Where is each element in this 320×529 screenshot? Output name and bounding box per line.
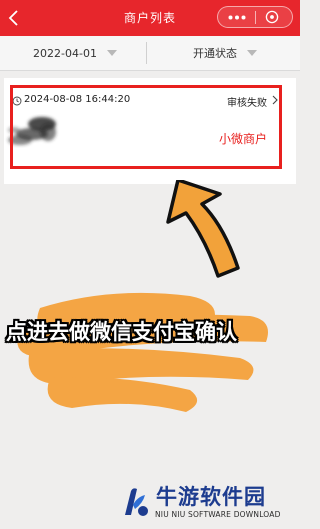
annotation-caption: 点进去做微信支付宝确认 [6, 320, 237, 344]
capsule-divider [255, 11, 256, 24]
status-filter-label: 开通状态 [193, 47, 237, 60]
date-filter[interactable]: 2022-04-01 [0, 36, 150, 70]
filter-divider [146, 42, 147, 64]
filter-bar: 2022-04-01 开通状态 [0, 36, 300, 71]
close-circle-icon[interactable] [265, 10, 279, 24]
mini-program-capsule [217, 6, 293, 28]
status-filter[interactable]: 开通状态 [150, 36, 300, 70]
watermark-title: 牛游软件园 [156, 485, 266, 509]
watermark-subtitle: NIU NIU SOFTWARE DOWNLOAD [155, 510, 281, 519]
orange-brush-strokes [17, 292, 268, 412]
watermark-logo [125, 488, 148, 516]
highlight-box [10, 85, 282, 169]
orange-arrow-icon [166, 180, 240, 278]
more-dots-icon[interactable] [228, 15, 246, 20]
dropdown-triangle-icon [247, 50, 257, 56]
dropdown-triangle-icon [106, 50, 117, 56]
date-filter-label: 2022-04-01 [33, 46, 97, 60]
title-bar: 商户列表 [0, 0, 300, 36]
